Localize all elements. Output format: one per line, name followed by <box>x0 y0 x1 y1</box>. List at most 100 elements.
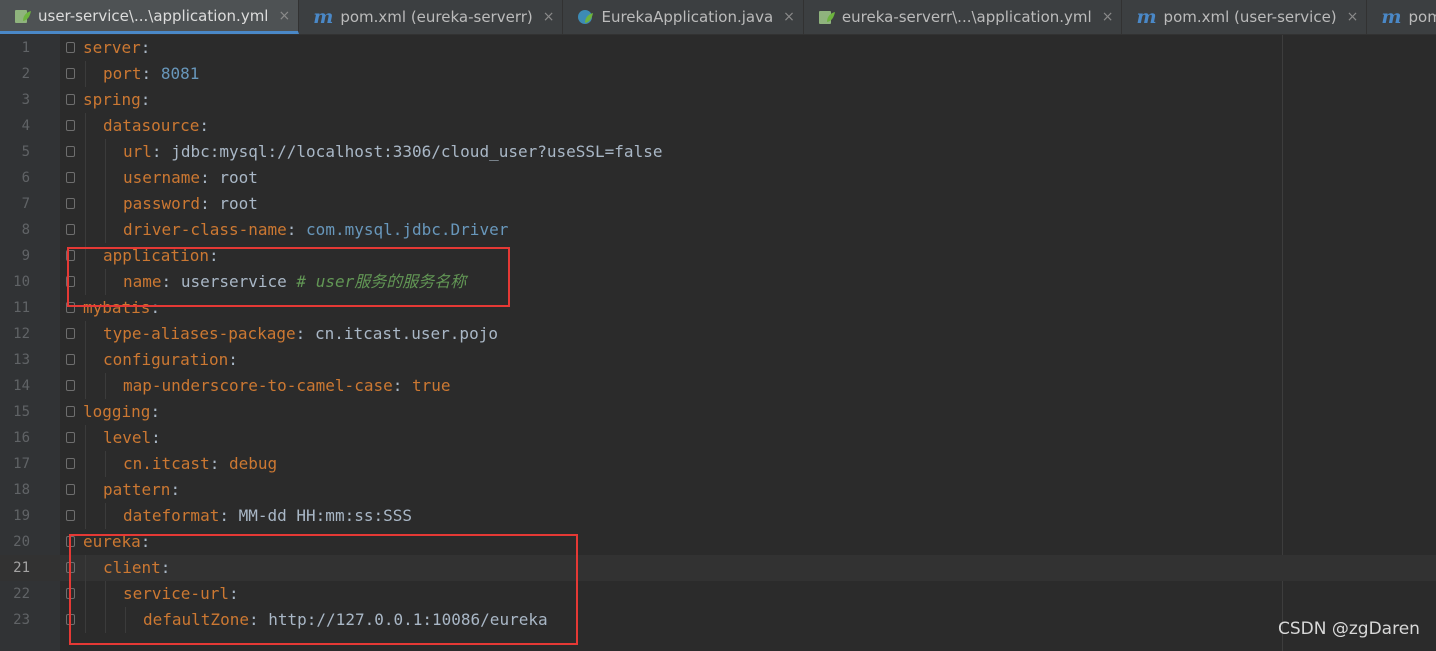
indent-guide <box>85 321 86 347</box>
yaml-value: com.mysql.jdbc.Driver <box>306 220 509 239</box>
code-line[interactable]: 5 url: jdbc:mysql://localhost:3306/cloud_… <box>0 139 1436 165</box>
fold-marker-icon[interactable] <box>66 380 75 391</box>
indent-guide <box>85 165 86 191</box>
fold-marker-icon[interactable] <box>66 510 75 521</box>
line-number: 17 <box>13 456 30 472</box>
line-number: 15 <box>13 404 30 420</box>
tab-6[interactable]: m pom.xml (orde <box>1367 0 1436 34</box>
code-line[interactable]: 7 password: root <box>0 191 1436 217</box>
code-text: port: 8081 <box>103 64 200 83</box>
line-number: 1 <box>21 40 30 56</box>
maven-icon: m <box>313 5 334 28</box>
code-text: datasource: <box>103 116 209 135</box>
line-number: 8 <box>21 222 30 238</box>
yaml-key: username <box>123 168 201 187</box>
fold-marker-icon[interactable] <box>66 120 75 131</box>
yaml-key: cn.itcast <box>123 454 210 473</box>
fold-marker-icon[interactable] <box>66 146 75 157</box>
fold-marker-icon[interactable] <box>66 172 75 183</box>
yaml-key: logging <box>83 402 151 421</box>
fold-marker-icon[interactable] <box>66 484 75 495</box>
yaml-key: spring <box>83 90 141 109</box>
fold-marker-icon[interactable] <box>66 68 75 79</box>
code-line[interactable]: 19 dateformat: MM-dd HH:mm:ss:SSS <box>0 503 1436 529</box>
indent-guide <box>85 139 86 165</box>
tab-4[interactable]: eureka-serverr\...\application.yml × <box>804 0 1123 34</box>
tab-1[interactable]: user-service\...\application.yml × <box>0 0 300 34</box>
line-number: 20 <box>13 534 30 550</box>
indent-guide <box>85 451 86 477</box>
close-icon[interactable]: × <box>783 9 795 25</box>
code-line[interactable]: 13 configuration: <box>0 347 1436 373</box>
indent-guide <box>85 347 86 373</box>
fold-marker-icon[interactable] <box>66 198 75 209</box>
code-text: username: root <box>123 168 258 187</box>
indent-guide <box>85 191 86 217</box>
indent-guide <box>105 217 106 243</box>
close-icon[interactable]: × <box>543 9 555 25</box>
code-line[interactable]: 15 logging: <box>0 399 1436 425</box>
code-text: type-aliases-package: cn.itcast.user.poj… <box>103 324 498 343</box>
close-icon[interactable]: × <box>1102 9 1114 25</box>
code-line[interactable]: 8 driver-class-name: com.mysql.jdbc.Drive… <box>0 217 1436 243</box>
fold-marker-icon[interactable] <box>66 94 75 105</box>
line-number: 11 <box>13 300 30 316</box>
tab-label: pom.xml (user-service) <box>1163 8 1337 26</box>
line-number: 4 <box>21 118 30 134</box>
indent-guide <box>85 477 86 503</box>
tab-5[interactable]: m pom.xml (user-service) × <box>1122 0 1368 34</box>
line-number: 14 <box>13 378 30 394</box>
fold-marker-icon[interactable] <box>66 328 75 339</box>
line-number: 2 <box>21 66 30 82</box>
line-number: 16 <box>13 430 30 446</box>
code-line[interactable]: 6 username: root <box>0 165 1436 191</box>
code-text: driver-class-name: com.mysql.jdbc.Driver <box>123 220 509 239</box>
fold-marker-icon[interactable] <box>66 406 75 417</box>
code-line[interactable]: 17 cn.itcast: debug <box>0 451 1436 477</box>
indent-guide <box>105 451 106 477</box>
code-line[interactable]: 12 type-aliases-package: cn.itcast.user.p… <box>0 321 1436 347</box>
code-line[interactable]: 16 level: <box>0 425 1436 451</box>
fold-marker-icon[interactable] <box>66 224 75 235</box>
fold-marker-icon[interactable] <box>66 42 75 53</box>
yaml-key: level <box>103 428 152 447</box>
code-line[interactable]: 3 spring: <box>0 87 1436 113</box>
code-line[interactable]: 1 server: <box>0 35 1436 61</box>
code-line[interactable]: 2 port: 8081 <box>0 61 1436 87</box>
line-number: 3 <box>21 92 30 108</box>
line-number: 13 <box>13 352 30 368</box>
indent-guide <box>85 373 86 399</box>
indent-guide <box>105 191 106 217</box>
spring-yaml-icon <box>15 9 31 23</box>
close-icon[interactable]: × <box>1347 9 1359 25</box>
line-number: 10 <box>13 274 30 290</box>
yaml-key: datasource <box>103 116 200 135</box>
line-number: 18 <box>13 482 30 498</box>
code-line[interactable]: 18 pattern: <box>0 477 1436 503</box>
close-icon[interactable]: × <box>278 8 290 24</box>
tab-2[interactable]: m pom.xml (eureka-serverr) × <box>299 0 564 34</box>
tab-3[interactable]: EurekaApplication.java × <box>563 0 804 34</box>
yaml-key: driver-class-name <box>123 220 287 239</box>
indent-guide <box>105 165 106 191</box>
indent-guide <box>85 503 86 529</box>
maven-icon: m <box>1136 5 1157 28</box>
tab-label: user-service\...\application.yml <box>38 6 269 25</box>
yaml-key: type-aliases-package <box>103 324 296 343</box>
code-line[interactable]: 4 datasource: <box>0 113 1436 139</box>
code-text: password: root <box>123 194 258 213</box>
indent-guide <box>105 373 106 399</box>
code-line[interactable]: 14 map-underscore-to-camel-case: true <box>0 373 1436 399</box>
fold-marker-icon[interactable] <box>66 354 75 365</box>
watermark: CSDN @zgDaren <box>1278 619 1420 639</box>
tab-label: eureka-serverr\...\application.yml <box>841 8 1092 26</box>
yaml-key: configuration <box>103 350 229 369</box>
fold-marker-icon[interactable] <box>66 432 75 443</box>
line-number: 6 <box>21 170 30 186</box>
code-text: configuration: <box>103 350 238 369</box>
yaml-value: debug <box>228 454 278 473</box>
code-text: logging: <box>83 402 161 421</box>
fold-marker-icon[interactable] <box>66 458 75 469</box>
line-number: 12 <box>13 326 30 342</box>
code-text: url: jdbc:mysql://localhost:3306/cloud_u… <box>123 142 663 161</box>
